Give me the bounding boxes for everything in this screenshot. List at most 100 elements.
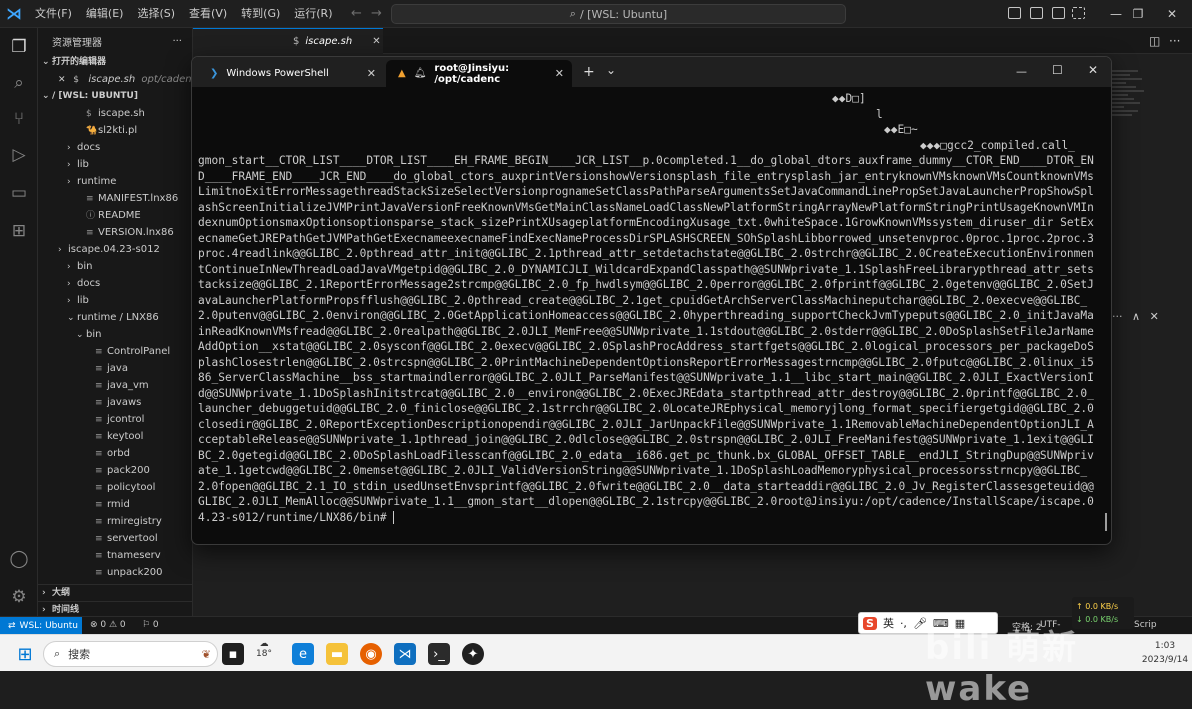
tree-file[interactable]: ≡ java_vm [38,377,192,394]
tree-file[interactable]: ⓘ README [38,207,192,224]
remote-indicator[interactable]: ⇄ WSL: Ubuntu [0,617,82,635]
tree-folder[interactable]: › iscape.04.23-s012 [38,241,192,258]
chevron-up-icon[interactable]: ∧ [1132,310,1140,323]
extensions-icon[interactable]: ⊞ [8,220,30,242]
close-icon[interactable]: ✕ [1150,310,1159,323]
minimap[interactable] [1108,70,1148,190]
encoding-indicator[interactable]: UTF- [1040,620,1061,630]
terminal-scrollbar[interactable] [1105,513,1107,531]
close-icon[interactable]: ✕ [58,72,70,88]
tab-ubuntu[interactable]: ▲ 🔔︎ root@Jinsiyu: /opt/cadenc ✕ [386,60,572,87]
menu-item[interactable]: 转到(G) [234,0,287,28]
tree-file[interactable]: 🐪sl2kti.pl [38,122,192,139]
menu-item[interactable]: 查看(V) [182,0,234,28]
back-arrow-icon[interactable]: ← [351,6,362,21]
tab-powershell[interactable]: ❯ Windows PowerShell ✕ [198,60,384,87]
editor-tab-iscape[interactable]: $ iscape.sh ✕ [193,28,383,54]
terminal-taskbar-icon[interactable]: ›_ [428,643,450,665]
tree-folder[interactable]: › runtime [38,173,192,190]
keyboard-icon[interactable]: ⌨ [933,617,949,630]
tree-file[interactable]: ≡ orbd [38,445,192,462]
tree-folder[interactable]: ⌄ runtime / LNX86 [38,309,192,326]
close-icon[interactable]: ✕ [367,67,376,80]
explorer-more-button[interactable]: ··· [172,36,182,47]
ime-mode[interactable]: 英 [883,615,894,631]
forward-arrow-icon[interactable]: → [371,6,382,21]
more-actions-icon[interactable]: ··· [1112,310,1123,323]
tab-dropdown-button[interactable]: ⌄ [606,63,616,77]
grid-icon[interactable]: ▦ [955,617,965,630]
tree-file[interactable]: ≡ pack200 [38,462,192,479]
tree-file[interactable]: ≡ VERSION.lnx86 [38,224,192,241]
vscode-close-button[interactable]: ✕ [1152,0,1192,28]
search-icon[interactable]: ⌕ [8,72,30,94]
task-view-icon[interactable]: ▪ [222,643,244,665]
edge-icon[interactable]: e [292,643,314,665]
tree-file[interactable]: ≡ rmiregistry [38,513,192,530]
menu-item[interactable]: 编辑(E) [79,0,131,28]
workspace-section[interactable]: ⌄ / [WSL: UBUNTU] [38,88,192,105]
customize-layout-icon[interactable] [1072,7,1085,19]
account-icon[interactable]: ◯ [8,548,30,570]
indent-indicator[interactable]: 空格: 2 [1012,620,1042,633]
more-actions-icon[interactable]: ··· [1169,34,1180,48]
tree-file[interactable]: ≡ unpack200 [38,564,192,581]
close-icon[interactable]: ✕ [372,36,380,47]
tree-file[interactable]: $ iscape.sh [38,105,192,122]
terminal-close-button[interactable]: ✕ [1088,63,1098,77]
tree-file[interactable]: ≡ MANIFEST.lnx86 [38,190,192,207]
remote-explorer-icon[interactable]: ▭ [8,182,30,204]
menu-item[interactable]: 文件(F) [28,0,79,28]
explorer-icon[interactable]: ❐ [8,36,30,58]
windows-start-icon[interactable]: ⊞ [14,643,36,665]
tree-file[interactable]: ≡ policytool [38,479,192,496]
tree-file[interactable]: ≡ ControlPanel [38,343,192,360]
timeline-section[interactable]: › 时间线 [38,601,192,616]
run-debug-icon[interactable]: ▷ [8,144,30,166]
menu-item[interactable]: 运行(R) [287,0,339,28]
ime-toolbar[interactable]: S 英 ·, 🎤︎ ⌨ ▦ [858,612,998,634]
taskbar-search[interactable]: ⌕ 搜索 ❦ [43,641,218,667]
new-tab-button[interactable]: + [583,64,595,80]
tree-file[interactable]: ≡ keytool [38,428,192,445]
tree-folder[interactable]: › docs [38,139,192,156]
toggle-panel-icon[interactable] [1030,7,1043,19]
toggle-secondary-sidebar-icon[interactable] [1052,7,1065,19]
weather-widget[interactable]: ☁ 18° [256,639,272,659]
tree-folder[interactable]: › lib [38,156,192,173]
tree-file[interactable]: ≡ servertool [38,530,192,547]
app-taskbar-icon[interactable]: ✦ [462,643,484,665]
split-editor-icon[interactable]: ◫ [1149,34,1160,48]
terminal-window[interactable]: ❯ Windows PowerShell ✕ ▲ 🔔︎ root@Jinsiyu… [191,56,1112,545]
file-explorer-icon[interactable]: ▬ [326,643,348,665]
ime-punct[interactable]: ·, [900,617,907,630]
tree-folder[interactable]: ⌄ bin [38,326,192,343]
tree-folder[interactable]: › bin [38,258,192,275]
problems-indicator[interactable]: ⊗ 0 ⚠ 0 [90,620,126,630]
outline-section[interactable]: › 大纲 [38,584,192,601]
vscode-taskbar-icon[interactable]: ⋊ [394,643,416,665]
microphone-icon[interactable]: 🎤︎ [913,617,927,630]
tree-folder[interactable]: › lib [38,292,192,309]
open-editor-item[interactable]: ✕ $ iscape.sh opt/cadence/Ins [38,71,192,88]
tree-file[interactable]: ≡ java [38,360,192,377]
language-indicator[interactable]: Scrip [1134,620,1157,630]
terminal-minimize-button[interactable]: — [1016,65,1027,78]
tree-file[interactable]: ≡ javaws [38,394,192,411]
tree-file[interactable]: ≡ tnameserv [38,547,192,564]
ports-indicator[interactable]: ⚐ 0 [142,620,159,630]
tree-file[interactable]: ≡ rmid [38,496,192,513]
tray-clock[interactable]: 1:03 2023/9/14 [1140,639,1190,667]
source-control-icon[interactable]: ⑂ [8,108,30,130]
open-editors-section[interactable]: ⌄ 打开的编辑器 [38,54,192,71]
terminal-maximize-button[interactable]: ☐ [1052,63,1063,77]
command-center[interactable]: ⌕ / [WSL: Ubuntu] [391,4,846,24]
settings-gear-icon[interactable]: ⚙ [8,586,30,608]
tree-file[interactable]: ≡ jcontrol [38,411,192,428]
firefox-icon[interactable]: ◉ [360,643,382,665]
tree-folder[interactable]: › docs [38,275,192,292]
close-icon[interactable]: ✕ [555,67,564,80]
terminal-output[interactable]: ◆◆D□] l ◆◆E□~ ◆◆◆□gcc2_compiled.call_ gmon_s… [198,91,1098,539]
toggle-sidebar-icon[interactable] [1008,7,1021,19]
menu-item[interactable]: 选择(S) [130,0,182,28]
